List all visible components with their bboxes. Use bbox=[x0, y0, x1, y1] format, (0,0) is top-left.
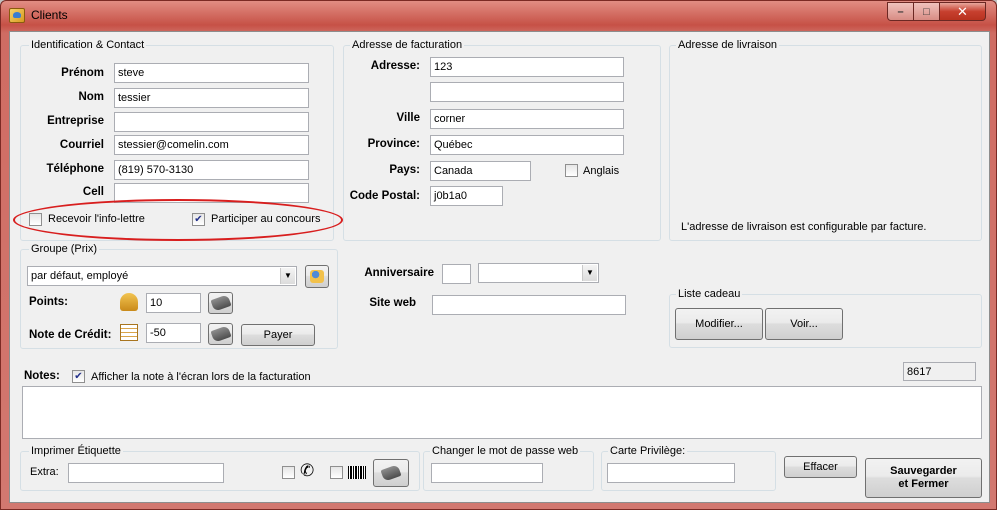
telephone-field[interactable]: (819) 570-3130 bbox=[114, 160, 309, 180]
anglais-checkbox[interactable] bbox=[565, 164, 578, 177]
prenom-label: Prénom bbox=[61, 67, 104, 79]
notes-textarea[interactable] bbox=[22, 386, 982, 439]
payer-button[interactable]: Payer bbox=[241, 324, 315, 346]
livraison-group-title: Adresse de livraison bbox=[676, 39, 780, 51]
eraser-icon bbox=[380, 464, 402, 482]
title-bar[interactable]: Clients – □ ✕ bbox=[1, 1, 996, 30]
etiquette-title: Imprimer Étiquette bbox=[29, 445, 123, 457]
groupe-select-value: par défaut, employé bbox=[31, 270, 129, 282]
nom-label: Nom bbox=[78, 91, 104, 103]
points-label: Points: bbox=[29, 296, 68, 308]
barcode-icon bbox=[348, 466, 366, 479]
groupe-users-button[interactable] bbox=[305, 265, 329, 288]
nom-field[interactable]: tessier bbox=[114, 88, 309, 108]
effacer-button[interactable]: Effacer bbox=[784, 456, 857, 478]
carte-title: Carte Privilège: bbox=[608, 445, 688, 457]
carte-field[interactable] bbox=[607, 463, 735, 483]
points-field[interactable]: 10 bbox=[146, 293, 201, 313]
adresse-line2-field[interactable] bbox=[430, 82, 624, 102]
chevron-down-icon: ▼ bbox=[582, 265, 597, 281]
entreprise-label: Entreprise bbox=[47, 115, 104, 127]
adresse-line1-field[interactable]: 123 bbox=[430, 57, 624, 77]
credit-erase-button[interactable] bbox=[208, 323, 233, 345]
telephone-label: Téléphone bbox=[46, 163, 104, 175]
livraison-group: Adresse de livraison bbox=[669, 39, 982, 241]
window-title: Clients bbox=[31, 8, 68, 22]
points-person-icon bbox=[120, 293, 138, 311]
app-icon bbox=[9, 8, 25, 23]
save-line1: Sauvegarder bbox=[890, 465, 957, 477]
province-field[interactable]: Québec bbox=[430, 135, 624, 155]
courriel-label: Courriel bbox=[59, 139, 104, 151]
anglais-label: Anglais bbox=[583, 165, 620, 177]
points-erase-button[interactable] bbox=[208, 292, 233, 314]
mot-de-passe-title: Changer le mot de passe web bbox=[430, 445, 581, 457]
ville-label: Ville bbox=[396, 112, 420, 124]
close-button[interactable]: ✕ bbox=[939, 2, 986, 21]
adresse-label: Adresse: bbox=[370, 60, 420, 72]
save-line2: et Fermer bbox=[898, 478, 949, 490]
users-icon bbox=[310, 270, 324, 283]
print-label-button[interactable] bbox=[373, 459, 409, 487]
entreprise-field[interactable] bbox=[114, 112, 309, 132]
ville-field[interactable]: corner bbox=[430, 109, 624, 129]
identification-group-title: Identification & Contact bbox=[29, 39, 147, 51]
prenom-field[interactable]: steve bbox=[114, 63, 309, 83]
eraser-icon bbox=[209, 325, 232, 343]
liste-modifier-button[interactable]: Modifier... bbox=[675, 308, 763, 340]
livraison-note: L'adresse de livraison est configurable … bbox=[681, 221, 927, 233]
phone-checkbox[interactable] bbox=[282, 466, 295, 479]
liste-voir-button[interactable]: Voir... bbox=[765, 308, 843, 340]
liste-cadeau-title: Liste cadeau bbox=[676, 288, 743, 300]
notes-show-checkbox[interactable]: ✔ bbox=[72, 370, 85, 383]
chevron-down-icon: ▼ bbox=[280, 268, 295, 284]
extra-field[interactable] bbox=[68, 463, 224, 483]
groupe-select[interactable]: par défaut, employé ▼ bbox=[27, 266, 297, 286]
anniversaire-label: Anniversaire bbox=[364, 267, 434, 279]
site-web-field[interactable] bbox=[432, 295, 626, 315]
groupe-group-title: Groupe (Prix) bbox=[29, 243, 100, 255]
calculator-icon bbox=[120, 324, 138, 341]
credit-field[interactable]: -50 bbox=[146, 323, 201, 343]
highlight-oval bbox=[13, 199, 343, 241]
anniversaire-day-field[interactable] bbox=[442, 264, 471, 284]
mot-de-passe-field[interactable] bbox=[431, 463, 543, 483]
facturation-group-title: Adresse de facturation bbox=[350, 39, 465, 51]
barcode-checkbox[interactable] bbox=[330, 466, 343, 479]
extra-label: Extra: bbox=[30, 466, 59, 478]
client-area: Identification & Contact Prénom steve No… bbox=[9, 31, 990, 503]
pays-label: Pays: bbox=[389, 164, 420, 176]
code-postal-label: Code Postal: bbox=[349, 190, 420, 202]
courriel-field[interactable]: stessier@comelin.com bbox=[114, 135, 309, 155]
phone-icon: ✆ bbox=[300, 461, 315, 480]
pays-field[interactable]: Canada bbox=[430, 161, 531, 181]
province-label: Province: bbox=[367, 138, 420, 150]
cell-label: Cell bbox=[82, 186, 104, 198]
credit-label: Note de Crédit: bbox=[29, 329, 112, 341]
notes-label: Notes: bbox=[24, 370, 60, 382]
client-id-field: 8617 bbox=[903, 362, 976, 381]
code-postal-field[interactable]: j0b1a0 bbox=[430, 186, 503, 206]
minimize-button[interactable]: – bbox=[887, 2, 914, 21]
window: Clients – □ ✕ Identification & Contact P… bbox=[0, 0, 997, 510]
site-web-label: Site web bbox=[369, 297, 416, 309]
sauvegarder-fermer-button[interactable]: Sauvegarder et Fermer bbox=[865, 458, 982, 498]
notes-show-label: Afficher la note à l'écran lors de la fa… bbox=[91, 371, 311, 383]
anniversaire-month-select[interactable]: ▼ bbox=[478, 263, 599, 283]
maximize-button[interactable]: □ bbox=[913, 2, 940, 21]
eraser-icon bbox=[209, 294, 232, 312]
